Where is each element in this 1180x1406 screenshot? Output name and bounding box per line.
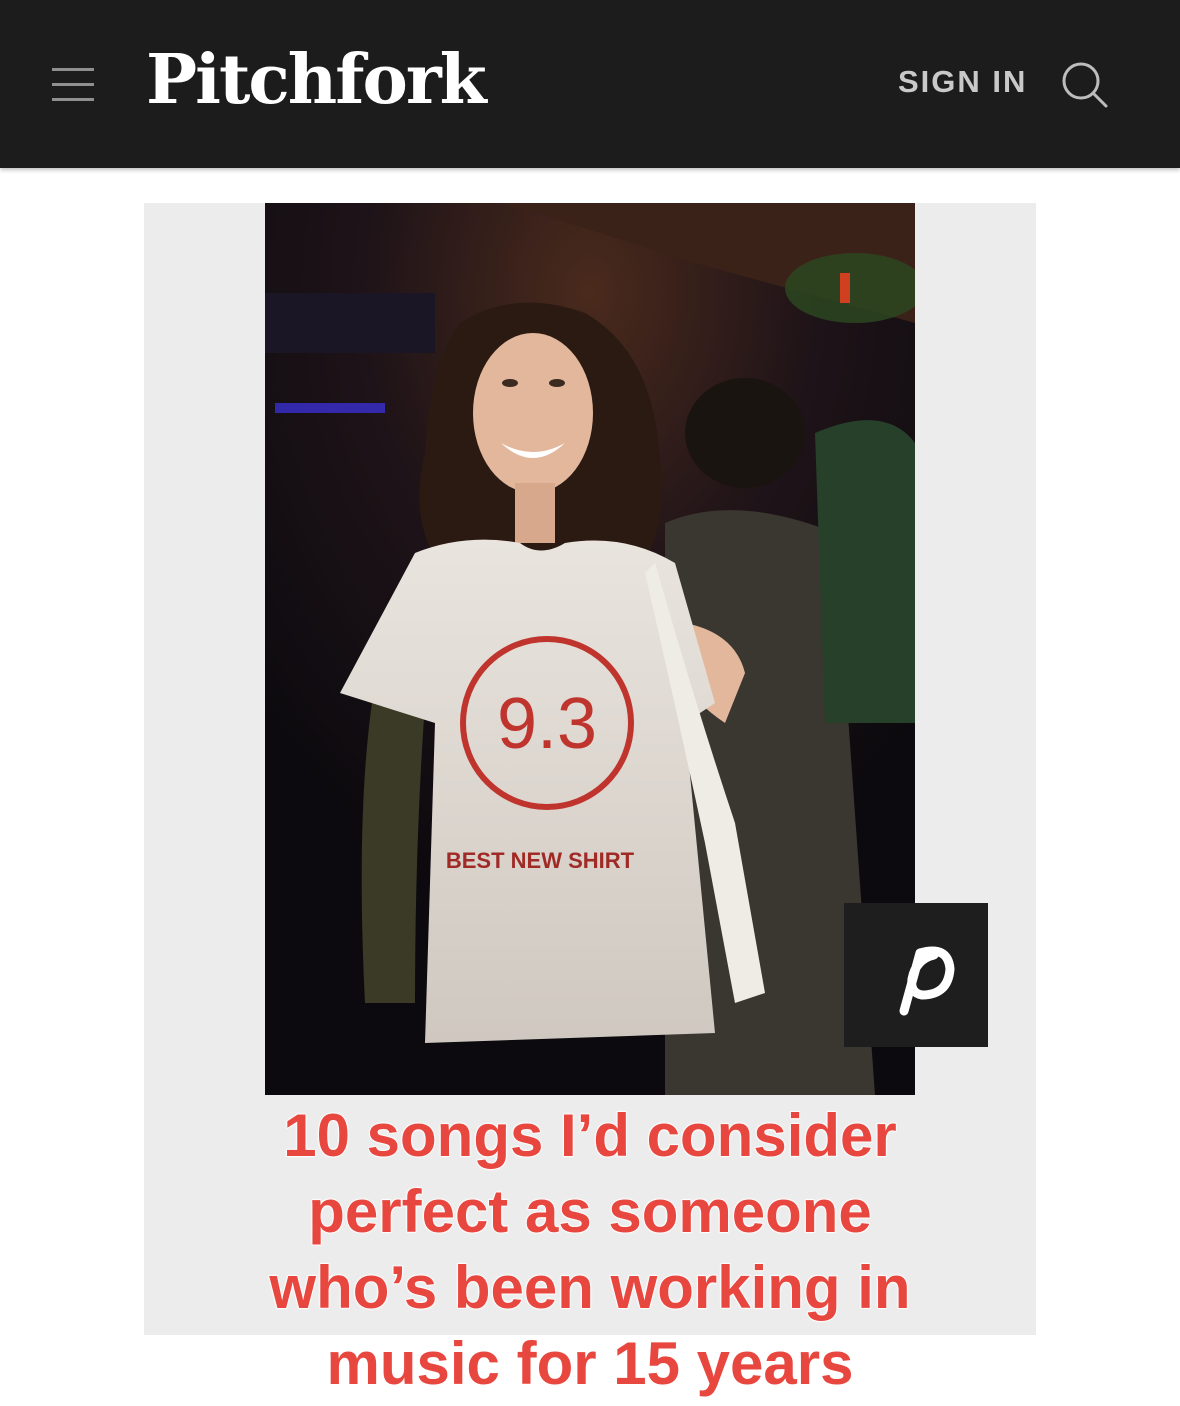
caption-line: perfect as someone [307, 1177, 872, 1246]
pinterest-save-button[interactable] [844, 903, 988, 1047]
shirt-score: 9.3 [497, 684, 597, 764]
overlay-caption: 10 songs I’d consider perfect as someone… [200, 1098, 980, 1402]
search-icon[interactable] [1060, 60, 1110, 110]
site-logo[interactable]: Pitchfork [146, 40, 487, 120]
caption-line: who’s been working in [269, 1253, 912, 1322]
pinterest-icon [899, 946, 955, 1016]
caption-line: music for 15 years [326, 1329, 854, 1398]
hamburger-menu-icon[interactable] [52, 66, 94, 102]
top-navigation-bar: Pitchfork SIGN IN [0, 0, 1180, 168]
shirt-text: BEST NEW SHIRT [446, 848, 635, 873]
article-photo: 9.3 BEST NEW SHIRT [265, 203, 915, 1095]
caption-line: 10 songs I’d consider [282, 1101, 897, 1170]
sign-in-button[interactable]: SIGN IN [898, 62, 1027, 102]
